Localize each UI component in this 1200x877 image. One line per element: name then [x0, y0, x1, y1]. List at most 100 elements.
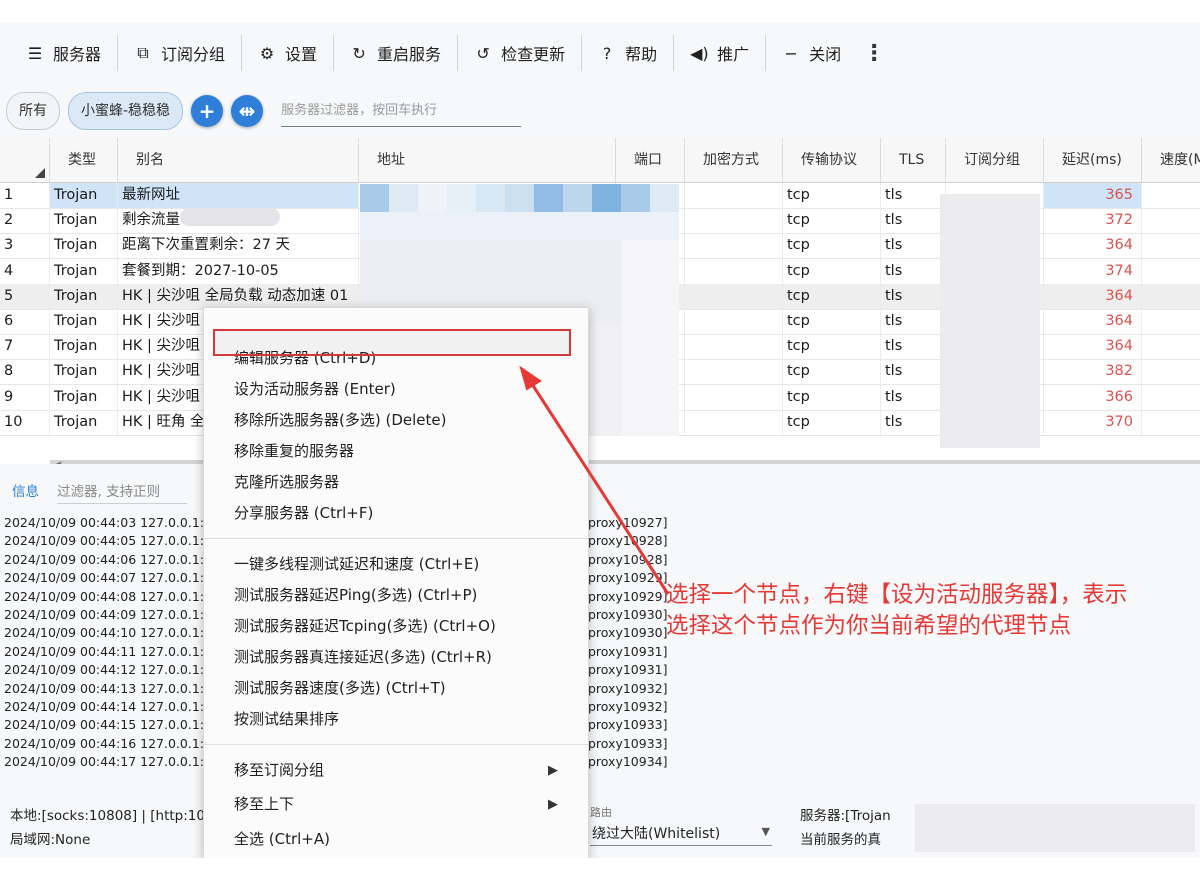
menu-test-all[interactable]: 一键多线程测试延迟和速度 (Ctrl+E) — [234, 551, 554, 577]
column-header[interactable]: 端口 — [616, 138, 685, 182]
column-header[interactable]: 加密方式 — [685, 138, 783, 182]
group-chip-all[interactable]: 所有 — [6, 92, 60, 130]
group-filter-row: 所有 小蜜蜂-稳稳稳 + ⇹ 服务器过滤器，按回车执行 — [6, 90, 522, 132]
split-group-button[interactable]: ⇹ — [231, 95, 264, 127]
log-proxy-tag: proxy10933] — [588, 735, 668, 751]
add-group-button[interactable]: + — [191, 95, 224, 127]
cell-transport: tcp — [783, 208, 881, 234]
cell-speed — [1142, 309, 1200, 334]
current-server-latency: 当前服务的真 — [800, 832, 881, 848]
menu-test-real-delay[interactable]: 测试服务器真连接延迟(多选) (Ctrl+R) — [234, 644, 554, 670]
table-header: 类型 别名 地址 端口 加密方式 传输协议 TLS 订阅分组 延迟(ms) 速度… — [0, 138, 1200, 183]
column-header[interactable]: 订阅分组 — [946, 138, 1044, 182]
cell-tls: tls — [881, 334, 946, 360]
server-filter-input[interactable]: 服务器过滤器，按回车执行 — [281, 96, 522, 127]
column-header[interactable]: 速度(M — [1142, 138, 1200, 182]
cell-speed — [1142, 208, 1200, 233]
cell-transport: tcp — [783, 309, 881, 334]
blur-pixel — [389, 212, 418, 240]
cell-tls: tls — [881, 208, 946, 234]
menu-select-all[interactable]: 全选 (Ctrl+A) — [234, 826, 554, 852]
cell-n: 6 — [0, 309, 50, 334]
cell-delay: 366 — [1044, 384, 1142, 410]
toolbar-servers-button[interactable]: ☰ 服务器 — [10, 35, 119, 71]
menu-clone-servers[interactable]: 克隆所选服务器 — [234, 469, 554, 495]
cell-enc — [685, 384, 783, 410]
cell-name: 距离下次重置剩余：27 天 — [118, 233, 359, 259]
column-header[interactable]: 类型 — [50, 138, 118, 182]
cell-speed — [1142, 284, 1200, 309]
cell-tls: tls — [881, 233, 946, 259]
cell-transport: tcp — [783, 258, 881, 284]
column-header[interactable]: 别名 — [118, 138, 359, 182]
menu-separator — [204, 744, 588, 745]
toolbar-label: 帮助 — [625, 45, 658, 64]
log-line: 2024/10/09 00:44:07 127.0.0.1: — [4, 570, 204, 586]
menu-move-up-down[interactable]: 移至上下 — [234, 791, 554, 817]
toolbar-help-button[interactable]: ? 帮助 — [582, 35, 675, 71]
cell-type: Trojan — [50, 183, 118, 208]
toolbar-settings-button[interactable]: ⚙ 设置 — [242, 35, 335, 71]
cell-n: 2 — [0, 208, 50, 234]
blur-pixel — [447, 240, 476, 268]
menu-remove-servers[interactable]: 移除所选服务器(多选) (Delete) — [234, 407, 554, 433]
group-chip-selected[interactable]: 小蜜蜂-稳稳稳 — [68, 92, 184, 130]
log-proxy-tag: proxy10931] — [588, 643, 668, 659]
log-filter-input[interactable]: 过滤器, 支持正则 — [57, 480, 187, 504]
blur-pixel — [534, 240, 563, 268]
column-header[interactable]: 延迟(ms) — [1044, 138, 1142, 182]
menu-label: 移至上下 — [234, 795, 295, 813]
cell-enc — [685, 309, 783, 334]
column-header[interactable]: 传输协议 — [783, 138, 881, 182]
toolbar-restart-button[interactable]: ↻ 重启服务 — [334, 35, 459, 71]
scroll-left-icon[interactable]: ◀ — [52, 458, 61, 464]
log-messages: 2024/10/09 00:44:03 127.0.0.1: 2024/10/09… — [4, 514, 204, 772]
toolbar-update-button[interactable]: ↺ 检查更新 — [458, 35, 583, 71]
menu-test-tcping[interactable]: 测试服务器延迟Tcping(多选) (Ctrl+O) — [234, 613, 554, 639]
cell-tls: tls — [881, 258, 946, 284]
log-proxy-tag: proxy10928] — [588, 533, 668, 549]
menu-sort-by-result[interactable]: 按测试结果排序 — [234, 706, 554, 732]
more-menu-icon[interactable]: ⋮ — [857, 41, 885, 66]
blurred-row1-name — [180, 208, 280, 226]
column-header[interactable]: TLS — [881, 138, 946, 182]
cell-tls: tls — [881, 309, 946, 334]
cell-n: 7 — [0, 334, 50, 360]
column-header[interactable]: 地址 — [359, 138, 616, 182]
blur-pixel — [592, 268, 621, 296]
update-icon: ↺ — [476, 43, 490, 63]
menu-share-server[interactable]: 分享服务器 (Ctrl+F) — [234, 500, 554, 526]
route-select[interactable]: 绕过大陆(Whitelist) ▼ — [590, 820, 772, 846]
cell-transport: tcp — [783, 384, 881, 410]
menu-test-ping[interactable]: 测试服务器延迟Ping(多选) (Ctrl+P) — [234, 582, 554, 608]
cell-name: 套餐到期：2027-10-05 — [118, 258, 359, 284]
blur-pixel — [505, 184, 534, 212]
cell-n: 1 — [0, 183, 50, 208]
menu-move-to-group[interactable]: 移至订阅分组 — [234, 757, 554, 783]
blur-pixel — [592, 380, 621, 408]
log-line: 2024/10/09 00:44:05 127.0.0.1: — [4, 533, 204, 549]
log-proxy-tag: proxy10930] — [588, 625, 668, 641]
header-corner[interactable] — [0, 138, 50, 182]
menu-remove-duplicates[interactable]: 移除重复的服务器 — [234, 438, 554, 464]
cell-transport: tcp — [783, 283, 881, 309]
blur-pixel — [505, 240, 534, 268]
blur-pixel — [447, 212, 476, 240]
blur-pixel — [621, 296, 650, 324]
context-menu: 编辑服务器 (Ctrl+D) 设为活动服务器 (Enter) 移除所选服务器(多… — [203, 307, 589, 858]
tab-info[interactable]: 信息 — [12, 480, 39, 504]
server-table: 类型 别名 地址 端口 加密方式 传输协议 TLS 订阅分组 延迟(ms) 速度… — [0, 138, 1200, 464]
blur-pixel — [563, 184, 592, 212]
toolbar-promote-button[interactable]: ◀) 推广 — [674, 35, 767, 71]
toolbar-subscription-button[interactable]: ⧉ 订阅分组 — [118, 35, 243, 71]
menu-set-active-server[interactable]: 设为活动服务器 (Enter) — [234, 376, 554, 402]
toolbar-label: 检查更新 — [501, 45, 566, 64]
menu-test-speed[interactable]: 测试服务器速度(多选) (Ctrl+T) — [234, 675, 554, 701]
toolbar-close-button[interactable]: − 关闭 — [766, 35, 857, 71]
submenu-arrow-icon: ▶ — [548, 797, 558, 812]
blur-pixel — [447, 184, 476, 212]
cell-type: Trojan — [50, 334, 118, 360]
log-line: 2024/10/09 00:44:13 127.0.0.1: — [4, 680, 204, 696]
toolbar-label: 推广 — [717, 45, 750, 64]
blur-pixel — [389, 268, 418, 296]
